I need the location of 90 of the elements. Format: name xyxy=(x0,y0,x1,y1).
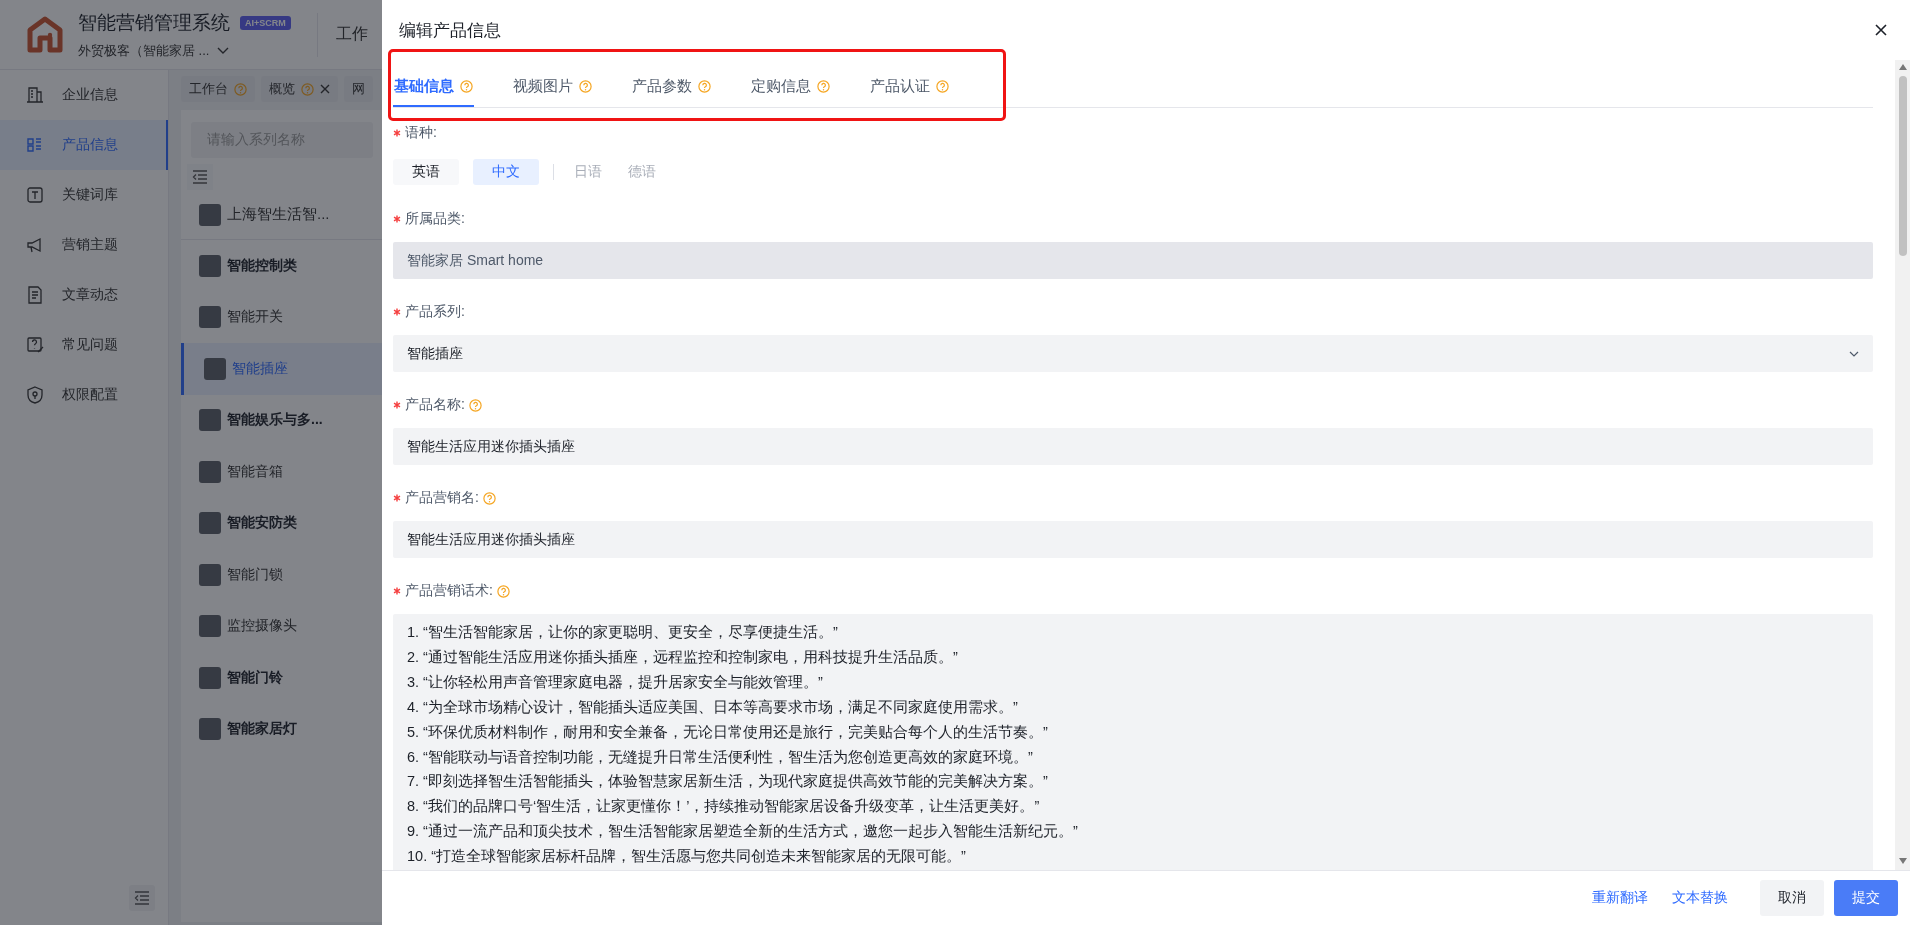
series-item[interactable]: 智能家居灯 xyxy=(181,703,383,755)
sidebar-item[interactable]: 营销主题 xyxy=(0,220,168,270)
cancel-button[interactable]: 取消 xyxy=(1760,880,1824,916)
language-option[interactable]: 中文 xyxy=(473,159,539,185)
series-item[interactable]: 智能插座 xyxy=(181,343,383,395)
series-item[interactable]: 智能娱乐与多... xyxy=(181,394,383,446)
help-icon xyxy=(817,80,830,93)
thumbnail-photo xyxy=(199,563,221,586)
series-item[interactable]: 智能门铃 xyxy=(181,652,383,704)
input-field[interactable]: 智能生活应用迷你插头插座 xyxy=(393,428,1873,465)
language-option[interactable]: 德语 xyxy=(622,159,662,185)
text-line: 10. “打造全球智能家居标杆品牌，智生活愿与您共同创造未来智能家居的无限可能。” xyxy=(407,847,967,867)
thumbnail-photo xyxy=(199,409,221,432)
help-icon xyxy=(698,80,711,93)
thumbnail-photo xyxy=(199,615,221,638)
page-tab[interactable]: 网 xyxy=(344,76,373,102)
field-label: 产品营销名: xyxy=(405,489,479,507)
chevron-down-icon xyxy=(217,46,230,55)
drawer-title: 编辑产品信息 xyxy=(399,19,501,42)
sidebar-item[interactable]: 企业信息 xyxy=(0,70,168,120)
form-tab[interactable]: 产品认证 xyxy=(869,68,950,107)
menu-item-icon xyxy=(26,86,44,104)
menu-item-icon xyxy=(26,386,44,404)
text-line: 4. “为全球市场精心设计，智能插头适应美国、日本等高要求市场，满足不同家庭使用需求。” xyxy=(407,697,1019,717)
form-tab[interactable]: 基础信息 xyxy=(393,68,474,107)
language-option[interactable]: 日语 xyxy=(568,159,608,185)
input-field[interactable]: 智能生活应用迷你插头插座 xyxy=(393,521,1873,558)
text-line: 9. “通过一流产品和顶尖技术，智生活智能家居塑造全新的生活方式，邀您一起步入智能生活新纪元。” xyxy=(407,822,1079,842)
thumbnail-photo xyxy=(199,460,221,483)
menu-item-icon xyxy=(26,336,44,354)
thumbnail-photo xyxy=(199,203,221,226)
collapse-icon xyxy=(134,891,150,905)
field-label: 产品系列: xyxy=(405,303,465,321)
help-icon xyxy=(579,80,592,93)
form-tab[interactable]: 产品参数 xyxy=(631,68,712,107)
product-badge: AI+SCRM xyxy=(240,15,291,30)
field-label: 产品营销话术: xyxy=(405,582,493,600)
text-line: 2. “通过智能生活应用迷你插头插座，远程监控和控制家电，用科技提升生活品质。” xyxy=(407,647,959,667)
series-item[interactable]: 智能开关 xyxy=(181,291,383,343)
thumbnail-photo xyxy=(199,512,221,535)
page-tab[interactable]: 概览 xyxy=(261,76,338,102)
sidebar-item[interactable]: 文章动态 xyxy=(0,270,168,320)
sidebar-item[interactable]: 权限配置 xyxy=(0,370,168,420)
help-icon xyxy=(936,80,949,93)
series-item[interactable]: 监控摄像头 xyxy=(181,600,383,652)
select-field[interactable]: 智能插座 xyxy=(393,335,1873,372)
form-tab[interactable]: 视频图片 xyxy=(512,68,593,107)
sidebar-item[interactable]: 常见问题 xyxy=(0,320,168,370)
text-line: 7. “即刻选择智生活智能插头，体验智慧家居新生活，为现代家庭提供高效节能的完美解决方案。” xyxy=(407,772,1049,792)
thumbnail-photo xyxy=(199,306,221,329)
form-tab[interactable]: 定购信息 xyxy=(750,68,831,107)
series-item[interactable]: 智能控制类 xyxy=(181,240,383,292)
text-area[interactable] xyxy=(393,614,1873,870)
sidebar-item[interactable]: 关键词库 xyxy=(0,170,168,220)
series-item[interactable]: 智能音箱 xyxy=(181,446,383,498)
organization-switcher[interactable]: 外贸极客（智能家居 ... xyxy=(78,41,291,60)
thumbnail-photo xyxy=(204,357,226,380)
text-line: 5. “环保优质材料制作，耐用和安全兼备，无论日常使用还是旅行，完美贴合每个人的生活节奏。” xyxy=(407,722,1049,742)
page-tab[interactable]: 工作台 xyxy=(181,76,255,102)
top-nav-item[interactable]: 工作 xyxy=(335,24,368,45)
menu-item-icon xyxy=(26,286,44,304)
close-icon[interactable] xyxy=(1875,24,1887,36)
submit-button[interactable]: 提交 xyxy=(1834,880,1898,916)
sidebar-item[interactable]: 产品信息 xyxy=(0,120,168,170)
chevron-down-icon xyxy=(1849,350,1859,357)
menu-item-icon xyxy=(26,236,44,254)
help-icon xyxy=(460,80,473,93)
thumbnail-photo xyxy=(199,254,221,277)
field-label: 产品名称: xyxy=(405,396,465,414)
text-line: 8. “我们的品牌口号‘智生活，让家更懂你！’，持续推动智能家居设备升级变革，让生活更美好。” xyxy=(407,797,1041,817)
collapse-icon[interactable] xyxy=(192,170,208,184)
text-line: 6. “智能联动与语音控制功能，无缝提升日常生活便利性，智生活为您创造更高效的家庭环境。” xyxy=(407,747,1034,767)
series-item[interactable]: 智能安防类 xyxy=(181,497,383,549)
scrollbar-thumb[interactable] xyxy=(1898,76,1907,256)
menu-item-icon xyxy=(26,186,44,204)
action-link[interactable]: 重新翻译 xyxy=(1592,889,1648,907)
series-item[interactable]: 智能门锁 xyxy=(181,549,383,601)
house-logo xyxy=(26,15,64,54)
action-link[interactable]: 文本替换 xyxy=(1672,889,1728,907)
field-label: 语种: xyxy=(405,124,437,142)
thumbnail-photo xyxy=(199,718,221,741)
language-option[interactable]: 英语 xyxy=(393,159,459,185)
field-label: 所属品类: xyxy=(405,210,465,228)
menu-item-icon xyxy=(26,136,44,154)
text-line: 3. “让你轻松用声音管理家庭电器，提升居家安全与能效管理。” xyxy=(407,672,824,692)
text-line: 1. “智生活智能家居，让你的家更聪明、更安全，尽享便捷生活。” xyxy=(407,623,839,642)
app-title: 智能营销管理系统 xyxy=(78,10,230,35)
thumbnail-photo xyxy=(199,666,221,689)
collapse-button[interactable] xyxy=(129,885,155,911)
scroll-down-icon[interactable] xyxy=(1898,858,1907,864)
